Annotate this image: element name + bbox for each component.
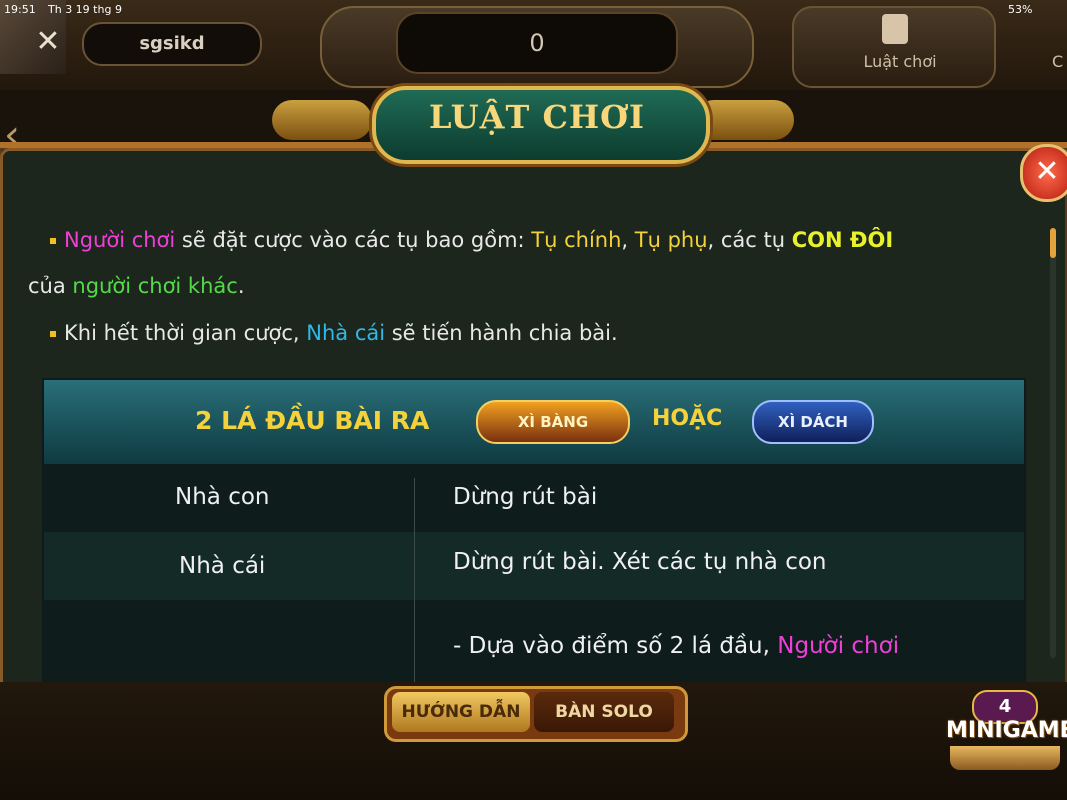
paragraph-1: Người chơi sẽ đặt cược vào các tụ bao gồ… xyxy=(50,228,1040,252)
text-other-players: người chơi khác xyxy=(72,274,238,298)
table-header-label: 2 LÁ ĐẦU BÀI RA xyxy=(195,406,430,435)
username-label: sgsikd xyxy=(82,22,262,66)
text-side-pot: Tụ phụ xyxy=(634,228,708,252)
xi-bang-badge: XÌ BÀNG xyxy=(476,400,630,444)
paragraph-2: Khi hết thời gian cược, Nhà cái sẽ tiến … xyxy=(50,321,618,345)
left-wing-ornament xyxy=(272,100,372,140)
tab-guide[interactable]: HƯỚNG DẪN xyxy=(392,692,530,732)
text: của xyxy=(28,274,73,298)
row-1-right: Dừng rút bài xyxy=(453,484,598,510)
balance-value: 0 xyxy=(396,12,678,74)
tab-solo-table[interactable]: BÀN SOLO xyxy=(534,692,674,732)
row-2-right: Dừng rút bài. Xét các tụ nhà con xyxy=(453,549,827,575)
text: , các tụ xyxy=(707,228,792,252)
bullet-icon xyxy=(50,331,56,337)
next-button-label[interactable]: C xyxy=(1052,52,1063,71)
text-pair: CON ĐÔI xyxy=(791,228,894,252)
xi-dach-badge: XÌ DÁCH xyxy=(752,400,874,444)
status-battery: 53% xyxy=(1008,3,1033,16)
row-3-right: - Dựa vào điểm số 2 lá đầu, Người chơi xyxy=(453,633,899,659)
or-label: HOẶC xyxy=(652,406,723,431)
row-1-left: Nhà con xyxy=(175,484,270,510)
close-icon[interactable]: ✕ xyxy=(28,22,68,62)
row-2-left: Nhà cái xyxy=(179,553,266,579)
text: sẽ tiến hành chia bài. xyxy=(385,321,618,345)
text-main-pot: Tụ chính xyxy=(531,228,622,252)
scrollbar-thumb[interactable] xyxy=(1050,228,1056,258)
status-time: 19:51 xyxy=(4,3,36,16)
paragraph-1-cont: của người chơi khác. xyxy=(28,274,245,298)
text: - Dựa vào điểm số 2 lá đầu, xyxy=(453,633,778,659)
text: , xyxy=(621,228,635,252)
modal-title: LUẬT CHƠI xyxy=(429,98,645,136)
minigame-base xyxy=(950,746,1060,770)
scrollbar-track[interactable] xyxy=(1050,228,1056,658)
status-date: Th 3 19 thg 9 xyxy=(48,3,122,16)
text: Khi hết thời gian cược, xyxy=(64,321,307,345)
rules-button-label: Luật chơi xyxy=(863,52,937,71)
bullet-icon xyxy=(50,238,56,244)
status-bar: 19:51 Th 3 19 thg 9 53% xyxy=(0,0,1067,20)
minigame-button[interactable]: MINIGAME xyxy=(946,718,1067,743)
text-player: Người chơi xyxy=(64,228,176,252)
text: sẽ đặt cược vào các tụ bao gồm: xyxy=(175,228,532,252)
column-divider xyxy=(414,478,415,682)
text-player: Người chơi xyxy=(777,633,900,659)
close-modal-button[interactable]: ✕ xyxy=(1020,144,1067,202)
text: . xyxy=(237,274,245,298)
text-dealer: Nhà cái xyxy=(306,321,386,345)
